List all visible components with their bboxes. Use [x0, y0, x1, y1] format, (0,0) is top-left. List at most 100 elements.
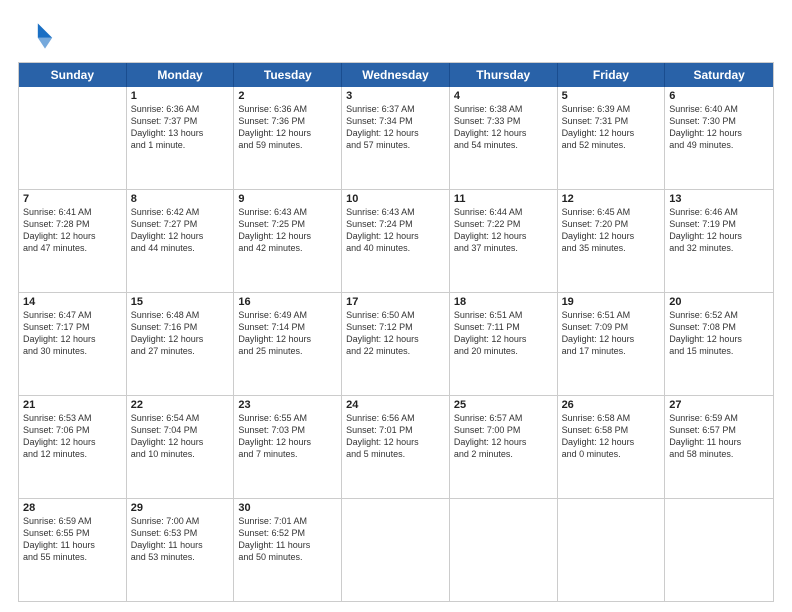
cell-info-line: Sunset: 7:11 PM [454, 321, 553, 333]
cell-info-line: Daylight: 12 hours [454, 127, 553, 139]
cell-info-line: and 17 minutes. [562, 345, 661, 357]
cell-info-line: Sunset: 7:03 PM [238, 424, 337, 436]
day-number: 2 [238, 90, 337, 102]
calendar-week-row: 28Sunrise: 6:59 AMSunset: 6:55 PMDayligh… [19, 499, 773, 601]
cell-info-line: Daylight: 13 hours [131, 127, 230, 139]
cell-info-line: Daylight: 12 hours [669, 333, 769, 345]
cell-info-line: Sunset: 7:22 PM [454, 218, 553, 230]
cell-info-line: Sunrise: 6:38 AM [454, 103, 553, 115]
cell-info-line: Daylight: 12 hours [238, 333, 337, 345]
cell-info-line: Sunrise: 6:53 AM [23, 412, 122, 424]
calendar-cell: 25Sunrise: 6:57 AMSunset: 7:00 PMDayligh… [450, 396, 558, 498]
cell-info-line: and 22 minutes. [346, 345, 445, 357]
day-number: 13 [669, 193, 769, 205]
cell-info-line: and 58 minutes. [669, 448, 769, 460]
cell-info-line: and 37 minutes. [454, 242, 553, 254]
calendar-cell: 26Sunrise: 6:58 AMSunset: 6:58 PMDayligh… [558, 396, 666, 498]
calendar-cell: 29Sunrise: 7:00 AMSunset: 6:53 PMDayligh… [127, 499, 235, 601]
day-number: 7 [23, 193, 122, 205]
calendar-cell: 12Sunrise: 6:45 AMSunset: 7:20 PMDayligh… [558, 190, 666, 292]
cell-info-line: Sunset: 7:16 PM [131, 321, 230, 333]
cell-info-line: Sunrise: 6:59 AM [669, 412, 769, 424]
calendar-cell: 6Sunrise: 6:40 AMSunset: 7:30 PMDaylight… [665, 87, 773, 189]
cell-info-line: Daylight: 12 hours [238, 230, 337, 242]
day-number: 18 [454, 296, 553, 308]
calendar-cell: 17Sunrise: 6:50 AMSunset: 7:12 PMDayligh… [342, 293, 450, 395]
cell-info-line: and 50 minutes. [238, 551, 337, 563]
calendar-cell [665, 499, 773, 601]
cell-info-line: Sunset: 7:04 PM [131, 424, 230, 436]
cell-info-line: Sunrise: 6:40 AM [669, 103, 769, 115]
weekday-header: Sunday [19, 63, 127, 87]
cell-info-line: Sunset: 7:14 PM [238, 321, 337, 333]
cell-info-line: Sunset: 7:00 PM [454, 424, 553, 436]
day-number: 4 [454, 90, 553, 102]
day-number: 8 [131, 193, 230, 205]
calendar-week-row: 7Sunrise: 6:41 AMSunset: 7:28 PMDaylight… [19, 190, 773, 293]
cell-info-line: and 30 minutes. [23, 345, 122, 357]
cell-info-line: Sunrise: 6:42 AM [131, 206, 230, 218]
calendar-cell: 18Sunrise: 6:51 AMSunset: 7:11 PMDayligh… [450, 293, 558, 395]
cell-info-line: and 25 minutes. [238, 345, 337, 357]
cell-info-line: Sunrise: 6:59 AM [23, 515, 122, 527]
day-number: 9 [238, 193, 337, 205]
cell-info-line: Daylight: 12 hours [454, 230, 553, 242]
day-number: 21 [23, 399, 122, 411]
cell-info-line: Sunrise: 7:00 AM [131, 515, 230, 527]
calendar-cell: 19Sunrise: 6:51 AMSunset: 7:09 PMDayligh… [558, 293, 666, 395]
cell-info-line: and 5 minutes. [346, 448, 445, 460]
cell-info-line: Sunset: 7:27 PM [131, 218, 230, 230]
cell-info-line: Daylight: 12 hours [23, 230, 122, 242]
day-number: 5 [562, 90, 661, 102]
cell-info-line: Daylight: 12 hours [562, 127, 661, 139]
weekday-header: Tuesday [234, 63, 342, 87]
weekday-header: Wednesday [342, 63, 450, 87]
cell-info-line: Sunset: 7:36 PM [238, 115, 337, 127]
cell-info-line: Sunrise: 6:39 AM [562, 103, 661, 115]
calendar-cell: 1Sunrise: 6:36 AMSunset: 7:37 PMDaylight… [127, 87, 235, 189]
cell-info-line: Daylight: 12 hours [346, 436, 445, 448]
cell-info-line: Daylight: 11 hours [23, 539, 122, 551]
cell-info-line: and 27 minutes. [131, 345, 230, 357]
day-number: 11 [454, 193, 553, 205]
cell-info-line: and 47 minutes. [23, 242, 122, 254]
cell-info-line: Sunset: 6:52 PM [238, 527, 337, 539]
calendar-week-row: 14Sunrise: 6:47 AMSunset: 7:17 PMDayligh… [19, 293, 773, 396]
cell-info-line: Sunset: 7:30 PM [669, 115, 769, 127]
cell-info-line: and 57 minutes. [346, 139, 445, 151]
cell-info-line: and 32 minutes. [669, 242, 769, 254]
cell-info-line: Sunrise: 6:57 AM [454, 412, 553, 424]
calendar-cell: 2Sunrise: 6:36 AMSunset: 7:36 PMDaylight… [234, 87, 342, 189]
cell-info-line: Sunrise: 6:43 AM [238, 206, 337, 218]
cell-info-line: Sunrise: 6:45 AM [562, 206, 661, 218]
cell-info-line: Daylight: 12 hours [23, 436, 122, 448]
calendar-cell: 20Sunrise: 6:52 AMSunset: 7:08 PMDayligh… [665, 293, 773, 395]
weekday-header: Saturday [665, 63, 773, 87]
day-number: 26 [562, 399, 661, 411]
cell-info-line: Daylight: 12 hours [131, 230, 230, 242]
calendar-week-row: 21Sunrise: 6:53 AMSunset: 7:06 PMDayligh… [19, 396, 773, 499]
cell-info-line: Daylight: 12 hours [669, 230, 769, 242]
cell-info-line: Sunrise: 6:54 AM [131, 412, 230, 424]
cell-info-line: Sunset: 7:28 PM [23, 218, 122, 230]
day-number: 1 [131, 90, 230, 102]
cell-info-line: Daylight: 12 hours [346, 333, 445, 345]
calendar-cell: 14Sunrise: 6:47 AMSunset: 7:17 PMDayligh… [19, 293, 127, 395]
cell-info-line: Daylight: 11 hours [238, 539, 337, 551]
cell-info-line: Sunrise: 6:36 AM [238, 103, 337, 115]
day-number: 17 [346, 296, 445, 308]
calendar-cell: 22Sunrise: 6:54 AMSunset: 7:04 PMDayligh… [127, 396, 235, 498]
cell-info-line: and 49 minutes. [669, 139, 769, 151]
logo [18, 18, 58, 54]
calendar-cell: 15Sunrise: 6:48 AMSunset: 7:16 PMDayligh… [127, 293, 235, 395]
cell-info-line: Sunset: 7:01 PM [346, 424, 445, 436]
cell-info-line: Sunrise: 6:37 AM [346, 103, 445, 115]
cell-info-line: Sunset: 6:58 PM [562, 424, 661, 436]
cell-info-line: Daylight: 12 hours [669, 127, 769, 139]
day-number: 14 [23, 296, 122, 308]
cell-info-line: Daylight: 12 hours [562, 230, 661, 242]
calendar-cell: 23Sunrise: 6:55 AMSunset: 7:03 PMDayligh… [234, 396, 342, 498]
cell-info-line: Sunset: 7:25 PM [238, 218, 337, 230]
cell-info-line: Sunset: 7:12 PM [346, 321, 445, 333]
calendar-header: SundayMondayTuesdayWednesdayThursdayFrid… [19, 63, 773, 87]
